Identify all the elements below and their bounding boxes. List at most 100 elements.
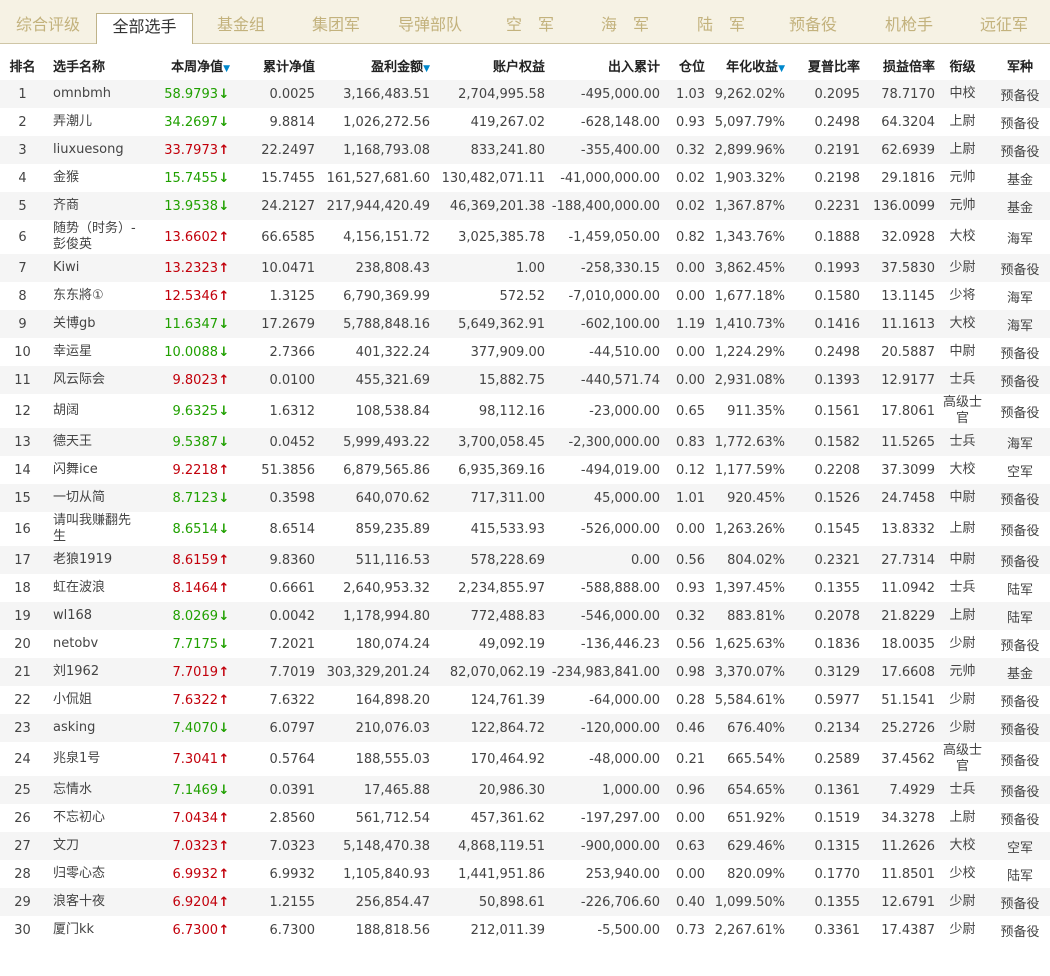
player-name-link[interactable]: 忘情水 [45, 776, 145, 804]
player-name-link[interactable]: 归零心态 [45, 860, 145, 888]
player-name-link[interactable]: 刘1962 [45, 658, 145, 686]
branch-cell: 预备役 [1000, 784, 1040, 800]
player-name-link[interactable]: 关博gb [45, 310, 145, 338]
header-pl-ratio[interactable]: 损益倍率 [860, 50, 935, 80]
tab-composite-rating[interactable]: 综合评级 [16, 0, 80, 43]
player-name-link[interactable]: 浪客十夜 [45, 888, 145, 916]
header-rank-title[interactable]: 衔级 [935, 50, 990, 80]
rank-title-cell: 少将 [949, 288, 976, 303]
branch-cell: 预备役 [1000, 722, 1040, 738]
player-name-link[interactable]: 兆泉1号 [45, 742, 145, 776]
inout-cell: -900,000.00 [580, 838, 660, 854]
player-name-link[interactable]: asking [45, 714, 145, 742]
weekly-nav-cell: 6.9204↑ [145, 888, 230, 916]
player-name-link[interactable]: 请叫我赚翻先生 [45, 512, 145, 546]
header-profit[interactable]: 盈利金额▼ [315, 50, 430, 80]
arrow-down-icon: ↓ [218, 636, 230, 652]
arrow-down-icon: ↓ [218, 344, 230, 360]
tab-navy[interactable]: 海 军 [601, 0, 649, 43]
weekly-nav-cell: 34.2697↓ [145, 108, 230, 136]
player-name-link[interactable]: 厦门kk [45, 916, 145, 944]
rank-title-cell: 上尉 [949, 608, 976, 623]
weekly-nav-value: 9.6325 [172, 403, 219, 419]
branch-cell: 预备役 [1000, 492, 1040, 508]
position-cell: 1.19 [676, 316, 705, 332]
header-equity[interactable]: 账户权益 [430, 50, 545, 80]
branch-cell: 基金 [1006, 172, 1033, 188]
header-sharpe[interactable]: 夏普比率 [785, 50, 860, 80]
header-cumulative-nav[interactable]: 累计净值 [230, 50, 315, 80]
player-name-link[interactable]: 一切从简 [45, 484, 145, 512]
profit-cell: 1,026,272.56 [343, 114, 430, 130]
tab-fund-group[interactable]: 基金组 [217, 0, 265, 43]
sharpe-cell: 0.1361 [814, 782, 861, 798]
position-cell: 0.00 [676, 260, 705, 276]
table-row: 21 刘1962 7.7019↑ 7.7019 303,329,201.24 82,070… [0, 658, 1050, 686]
header-inout[interactable]: 出入累计 [545, 50, 660, 80]
weekly-nav-value: 13.2323 [164, 260, 218, 276]
profit-cell: 511,116.53 [355, 552, 430, 568]
profit-cell: 161,527,681.60 [326, 170, 430, 186]
table-row: 22 小侃姐 7.6322↑ 7.6322 164,898.20 124,761.39 -6… [0, 686, 1050, 714]
profit-cell: 6,790,369.99 [343, 288, 430, 304]
tab-expeditionary[interactable]: 远征军 [980, 0, 1028, 43]
player-name-link[interactable]: 弄潮儿 [45, 108, 145, 136]
tab-army[interactable]: 陆 军 [697, 0, 745, 43]
rank-title-cell: 上尉 [949, 810, 976, 825]
header-annual-return[interactable]: 年化收益▼ [705, 50, 785, 80]
profit-cell: 640,070.62 [355, 490, 430, 506]
player-name-link[interactable]: Kiwi [45, 254, 145, 282]
position-cell: 0.32 [676, 608, 705, 624]
player-name-link[interactable]: 文刀 [45, 832, 145, 860]
tab-missile-force[interactable]: 导弹部队 [398, 0, 462, 43]
player-name-link[interactable]: 老狼1919 [45, 546, 145, 574]
player-name-link[interactable]: wl168 [45, 602, 145, 630]
annual-return-cell: 2,899.96% [714, 142, 785, 158]
tab-air-force[interactable]: 空 军 [506, 0, 554, 43]
header-position[interactable]: 仓位 [660, 50, 705, 80]
inout-cell: -1,459,050.00 [568, 229, 660, 245]
player-name-link[interactable]: 随势（时务）-彭俊英 [45, 220, 145, 254]
player-name-link[interactable]: 小侃姐 [45, 686, 145, 714]
player-name-link[interactable]: 东东將① [45, 282, 145, 310]
rank-title-cell: 高级士官 [942, 395, 982, 426]
player-name-link[interactable]: 闪舞ice [45, 456, 145, 484]
header-name[interactable]: 选手名称 [45, 50, 145, 80]
tab-machine-gunner[interactable]: 机枪手 [885, 0, 933, 43]
player-name-link[interactable]: liuxuesong [45, 136, 145, 164]
weekly-nav-value: 7.7019 [172, 664, 219, 680]
header-weekly-nav[interactable]: 本周净值▼ [145, 50, 230, 80]
sharpe-cell: 0.2134 [814, 720, 861, 736]
annual-return-cell: 1,772.63% [714, 434, 785, 450]
weekly-nav-cell: 13.2323↑ [145, 254, 230, 282]
player-name-link[interactable]: 金猴 [45, 164, 145, 192]
tab-reserve[interactable]: 预备役 [789, 0, 837, 43]
tab-group-army[interactable]: 集团军 [312, 0, 360, 43]
profit-cell: 6,879,565.86 [343, 462, 430, 478]
player-name-link[interactable]: 虹在波浪 [45, 574, 145, 602]
cumulative-nav-cell: 7.2021 [269, 636, 316, 652]
header-rank[interactable]: 排名 [0, 50, 45, 80]
equity-cell: 130,482,071.11 [441, 170, 545, 186]
player-name-link[interactable]: 幸运星 [45, 338, 145, 366]
rank-title-cell: 上尉 [949, 142, 976, 157]
inout-cell: -5,500.00 [597, 922, 660, 938]
header-branch[interactable]: 军种 [990, 50, 1050, 80]
equity-cell: 46,369,201.38 [449, 198, 545, 214]
player-name-link[interactable]: 不忘初心 [45, 804, 145, 832]
player-name-link[interactable]: 齐商 [45, 192, 145, 220]
player-name-link[interactable]: omnbmh [45, 80, 145, 108]
rank-cell: 13 [14, 434, 31, 450]
table-row: 15 一切从简 8.7123↓ 0.3598 640,070.62 717,311.00 4… [0, 484, 1050, 512]
rank-cell: 7 [18, 260, 27, 276]
player-name-link[interactable]: 德天王 [45, 428, 145, 456]
position-cell: 0.02 [676, 198, 705, 214]
player-name-link[interactable]: netobv [45, 630, 145, 658]
player-name-link[interactable]: 胡阔 [45, 394, 145, 428]
weekly-nav-value: 7.3041 [172, 751, 219, 767]
category-tab-bar: 综合评级 全部选手 基金组 集团军 导弹部队 空 军 海 军 陆 军 预备役 机… [0, 0, 1050, 44]
tab-all-players[interactable]: 全部选手 [96, 13, 193, 44]
player-name-link[interactable]: 风云际会 [45, 366, 145, 394]
inout-cell: -588,888.00 [580, 580, 660, 596]
position-cell: 1.01 [676, 490, 705, 506]
